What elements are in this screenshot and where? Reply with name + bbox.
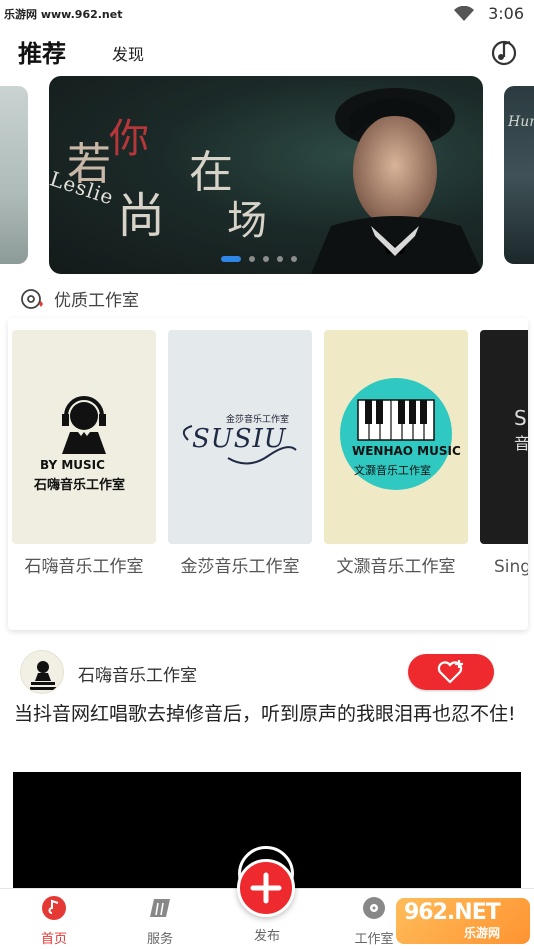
wifi-icon	[454, 5, 475, 21]
studio-carousel: BY MUSIC 石嗨音乐工作室 石嗨音乐工作室 金莎音乐工作室 SUSIU 金…	[8, 318, 528, 630]
status-time: 3:06	[488, 4, 524, 23]
status-watermark: 乐游网 www.962.net	[4, 8, 123, 21]
watermark-text: 乐游网	[464, 926, 501, 940]
post-title[interactable]: 当抖音网红唱歌去掉修音后，听到原声的我眼泪再也忍不住!	[14, 700, 524, 728]
top-tab-bar: 推荐 发现	[0, 28, 534, 74]
piano-logo-icon	[340, 378, 452, 490]
banner-char: 场	[227, 198, 269, 244]
studio-card[interactable]: 金莎音乐工作室 SUSIU 金莎音乐工作室	[168, 330, 312, 579]
pager-dot[interactable]	[263, 256, 269, 262]
banner-slide[interactable]: 你 若 尚 在 场 Leslie	[49, 76, 483, 274]
studio-card[interactable]: BY MUSIC 石嗨音乐工作室 石嗨音乐工作室	[12, 330, 156, 579]
nav-label: 服务	[146, 932, 173, 947]
banner-next-slide[interactable]: Hun	[504, 86, 534, 264]
studios-section-header: 优质工作室	[20, 286, 139, 311]
home-music-icon	[42, 896, 66, 920]
studio-logo: S 音	[480, 330, 528, 544]
studio-disc-icon	[21, 288, 43, 309]
avatar[interactable]	[20, 650, 64, 694]
status-bar: 乐游网 www.962.net 3:06	[0, 0, 534, 28]
banner-next-text: Hun	[508, 114, 534, 130]
section-title: 优质工作室	[54, 291, 139, 311]
swirl-icon	[182, 425, 297, 465]
banner-char: 你	[109, 116, 151, 162]
nav-label[interactable]: 发布	[227, 925, 307, 944]
follow-button[interactable]	[408, 654, 494, 690]
post-author[interactable]: 石嗨音乐工作室	[78, 661, 197, 686]
studio-logo: WENHAO MUSIC 文灏音乐工作室	[324, 330, 468, 544]
music-note-icon[interactable]	[490, 38, 518, 66]
studio-name: 金莎音乐工作室	[180, 557, 300, 577]
pager-dot[interactable]	[221, 256, 241, 262]
logo-text: 音	[514, 434, 528, 453]
singer-portrait	[311, 88, 483, 274]
studio-logo: BY MUSIC 石嗨音乐工作室	[12, 330, 156, 544]
logo-text: 文灏音乐工作室	[354, 464, 431, 477]
status-right: 3:06	[454, 4, 524, 23]
banner-char: 尚	[117, 188, 168, 244]
pager-dot[interactable]	[291, 256, 297, 262]
watermark-text: 962.NET	[404, 900, 501, 925]
banner-pager	[221, 256, 297, 262]
studio-card[interactable]: S 音 Sing	[480, 330, 528, 579]
studio-card[interactable]: WENHAO MUSIC 文灏音乐工作室 文灏音乐工作室	[324, 330, 468, 579]
tab-discover[interactable]: 发现	[112, 41, 144, 65]
studio-name: Sing	[494, 557, 528, 577]
nav-item-home[interactable]: 首页	[14, 895, 94, 947]
studio-name: 石嗨音乐工作室	[24, 557, 144, 577]
site-watermark: 962.NET 乐游网	[396, 898, 530, 944]
pager-dot[interactable]	[249, 256, 255, 262]
vinyl-disc-icon	[363, 897, 385, 919]
tab-recommend[interactable]: 推荐	[18, 34, 66, 69]
logo-text: S	[514, 406, 527, 430]
studio-name: 文灏音乐工作室	[336, 557, 456, 577]
banner-prev-slide[interactable]	[0, 86, 28, 264]
pager-dot[interactable]	[277, 256, 283, 262]
logo-text: WENHAO MUSIC	[352, 444, 461, 458]
app-screen: 乐游网 www.962.net 3:06 推荐 发现 Hun 你 若 尚 在 场…	[0, 0, 534, 949]
headphone-man-logo-icon	[62, 396, 106, 454]
publish-button[interactable]	[237, 859, 295, 917]
nav-item-service[interactable]: 服务	[120, 895, 200, 947]
logo-text: BY MUSIC	[40, 458, 105, 472]
logo-text: 石嗨音乐工作室	[34, 478, 126, 493]
nav-label: 首页	[40, 932, 67, 947]
heart-plus-icon	[437, 660, 463, 684]
studio-logo: 金莎音乐工作室 SUSIU	[168, 330, 312, 544]
music-notes-icon	[150, 899, 170, 917]
post-header: 石嗨音乐工作室	[20, 650, 516, 694]
headphone-man-logo-icon	[30, 661, 56, 690]
plus-icon	[250, 872, 282, 904]
